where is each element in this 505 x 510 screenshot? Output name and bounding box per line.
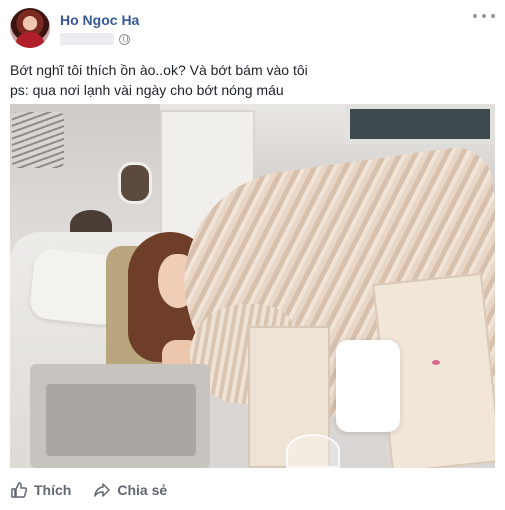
post-actions: Thích Chia sẻ [10, 476, 495, 504]
author-name[interactable]: Ho Ngoc Ha [60, 12, 139, 28]
post-text: Bớt nghĩ tôi thích ồn ào..ok? Và bớt bám… [10, 60, 495, 100]
post-timestamp[interactable] [60, 33, 114, 45]
cabin-window [118, 162, 152, 204]
seat-screen [345, 104, 495, 144]
post-header: Ho Ngoc Ha [10, 8, 495, 54]
more-options-icon[interactable] [473, 8, 495, 24]
share-button[interactable]: Chia sẻ [93, 481, 167, 499]
like-button[interactable]: Thích [10, 481, 71, 499]
glass [286, 434, 340, 468]
tray-items [46, 384, 196, 456]
like-label: Thích [34, 482, 72, 498]
thumbs-up-icon [10, 481, 28, 499]
post-meta [60, 32, 130, 46]
author-avatar[interactable] [10, 8, 50, 48]
share-arrow-icon [93, 481, 111, 499]
cabin-vent [12, 112, 64, 168]
post-photo[interactable] [10, 104, 495, 468]
avatar-figure [16, 32, 44, 48]
post-text-line-1: Bớt nghĩ tôi thích ồn ào..ok? Và bớt bám… [10, 62, 308, 78]
globe-icon[interactable] [119, 33, 130, 45]
flower-logo [432, 360, 440, 365]
post-card: Ho Ngoc Ha Bớt nghĩ tôi thích ồn ào..ok?… [0, 0, 505, 510]
post-text-line-2: ps: qua nơi lạnh vài ngày cho bớt nóng m… [10, 82, 284, 98]
white-towel [336, 340, 400, 432]
share-label: Chia sẻ [117, 482, 168, 498]
